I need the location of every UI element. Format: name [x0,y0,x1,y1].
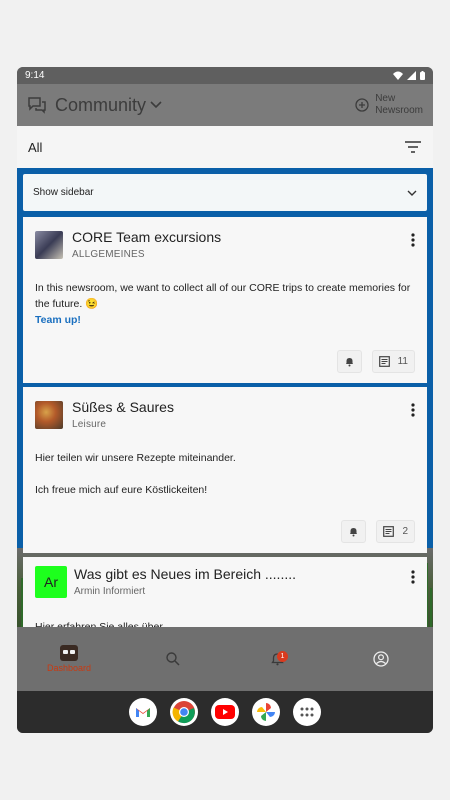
newsroom-card[interactable]: CORE Team excursions ALLGEMEINES In this… [23,217,427,383]
filter-icon[interactable] [404,140,422,154]
subscribe-button[interactable] [336,350,362,373]
notification-badge: 1 [277,651,288,662]
more-vert-icon[interactable] [411,233,415,247]
dashboard-icon [60,645,78,661]
newsroom-description: Hier erfahren Sie alles über [35,621,163,627]
team-up-link[interactable]: Team up! [35,312,415,328]
newsroom-thumbnail [35,401,63,429]
signal-icon [407,71,416,80]
newsroom-description-2: Ich freue mich auf eure Köstlickeiten! [35,484,208,496]
chrome-icon[interactable] [170,698,198,726]
status-icons [393,71,425,80]
device-screen: 9:14 Community New Newsroom All Show sid… [17,67,433,733]
posts-button[interactable]: 2 [376,520,415,543]
new-newsroom-button[interactable]: New Newsroom [355,93,423,117]
battery-icon [420,71,425,80]
newsroom-thumbnail [35,231,63,259]
wifi-icon [393,71,403,80]
filter-bar: All [17,126,433,168]
newsroom-description: In this newsroom, we want to collect all… [35,282,411,310]
newsroom-author: Armin Informiert [74,586,146,597]
subscribe-button[interactable] [341,520,367,543]
new-newsroom-line2: Newsroom [375,105,423,116]
newsroom-title[interactable]: Süßes & Saures [72,399,174,416]
article-icon [378,356,390,367]
more-vert-icon[interactable] [411,403,415,417]
nav-dashboard[interactable]: Dashboard [17,627,121,691]
nav-search[interactable] [121,627,225,691]
show-sidebar-label: Show sidebar [33,187,94,198]
newsroom-description: Hier teilen wir unsere Rezepte miteinand… [35,452,236,464]
post-count: 11 [397,356,408,367]
feed-content[interactable]: Show sidebar CORE Team excursions ALLGEM… [17,168,433,627]
nav-profile[interactable] [329,627,433,691]
newsroom-title[interactable]: Was gibt es Neues im Bereich ........ [74,566,296,583]
newsroom-title[interactable]: CORE Team excursions [72,229,221,246]
app-bar: Community New Newsroom [17,84,433,126]
app-dock [17,691,433,733]
newsroom-category: ALLGEMEINES [72,249,145,260]
nav-dashboard-label: Dashboard [46,663,92,673]
status-time: 9:14 [25,70,45,81]
search-icon [166,652,180,666]
newsroom-card[interactable]: Ar Was gibt es Neues im Bereich ........… [23,557,427,627]
new-newsroom-line1: New [375,93,396,104]
chat-bubbles-icon [28,97,46,114]
post-count: 2 [402,526,408,537]
bell-icon [350,527,358,536]
bottom-navigation: Dashboard 1 [17,627,433,691]
more-vert-icon[interactable] [411,570,415,584]
filter-label[interactable]: All [28,140,42,155]
nav-notifications[interactable]: 1 [225,627,329,691]
chevron-down-icon[interactable] [150,101,162,109]
youtube-icon[interactable] [211,698,239,726]
photos-icon[interactable] [252,698,280,726]
newsroom-category: Leisure [72,419,107,430]
add-circle-icon [355,98,369,112]
community-title[interactable]: Community [55,95,146,116]
gmail-icon[interactable] [129,698,157,726]
article-icon [383,526,395,537]
newsroom-card[interactable]: Süßes & Saures Leisure Hier teilen wir u… [23,387,427,553]
apps-icon[interactable] [293,698,321,726]
avatar: Ar [35,566,67,598]
chevron-down-icon [407,190,417,196]
bell-icon [345,357,353,366]
posts-button[interactable]: 11 [371,350,415,373]
profile-icon [373,651,389,667]
status-bar: 9:14 [17,67,433,84]
show-sidebar-toggle[interactable]: Show sidebar [23,174,427,211]
